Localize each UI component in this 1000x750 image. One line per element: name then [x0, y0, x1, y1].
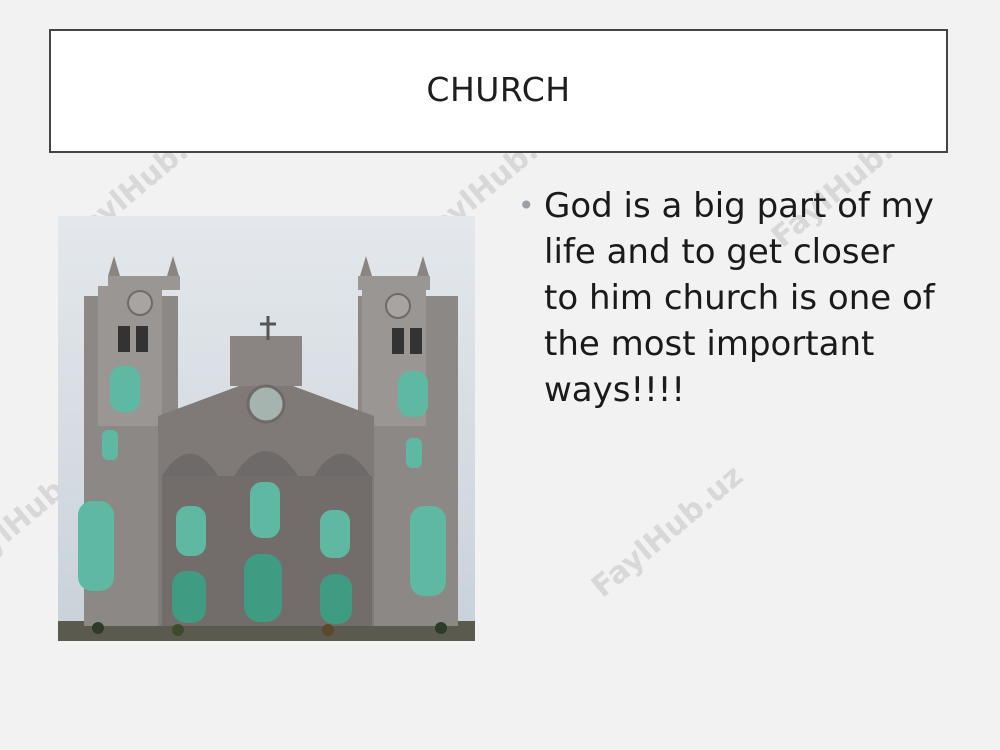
bullet-item: God is a big part of my life and to get …	[518, 183, 938, 413]
title-box: CHURCH	[49, 29, 948, 153]
slide-title: CHURCH	[426, 69, 571, 109]
bullet-list: God is a big part of my life and to get …	[518, 183, 938, 413]
watermark: FaylHub.uz	[585, 458, 751, 605]
church-photo	[58, 216, 475, 641]
